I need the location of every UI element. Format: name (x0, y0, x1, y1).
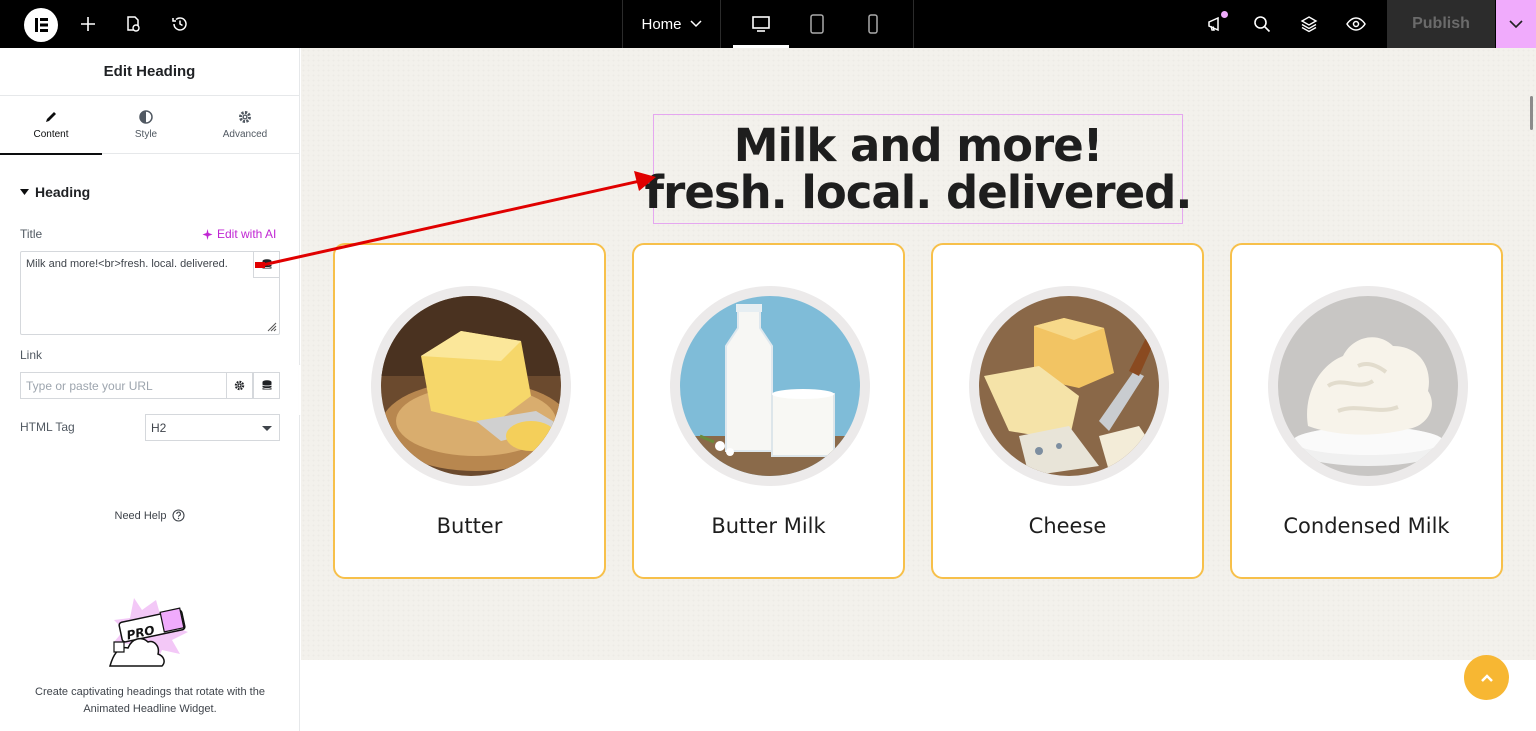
publish-options-button[interactable] (1496, 0, 1536, 48)
resize-handle-icon[interactable] (267, 322, 277, 332)
product-card-title: Butter (436, 514, 503, 538)
tablet-icon (810, 14, 824, 34)
heading-widget-selected[interactable]: Milk and more! fresh. local. delivered. (645, 114, 1192, 224)
gear-icon (234, 380, 245, 391)
chevron-down-icon (689, 20, 702, 28)
link-dynamic-tags-button[interactable] (253, 372, 280, 399)
product-image-frame (969, 286, 1169, 486)
condensed-milk-image (1278, 296, 1458, 476)
scroll-to-top-button[interactable] (1464, 655, 1509, 700)
sparkle-icon (202, 228, 213, 240)
desktop-view-button[interactable] (733, 0, 789, 48)
dynamic-tags-button[interactable] (253, 251, 280, 278)
preview-eye-icon[interactable] (1341, 0, 1371, 48)
product-card-condensed-milk[interactable]: Condensed Milk (1230, 243, 1503, 579)
page-selector-label: Home (641, 15, 682, 33)
page-selector[interactable]: Home (623, 0, 720, 48)
caret-down-icon (262, 426, 272, 431)
butter-milk-image (680, 296, 860, 476)
canvas-scrollbar[interactable] (1530, 96, 1533, 130)
product-image-frame (670, 286, 870, 486)
tab-advanced[interactable]: Advanced (194, 96, 296, 154)
title-label: Title (20, 227, 43, 241)
panel-tabs: Content Style Advanced (0, 96, 299, 155)
edit-with-ai-link[interactable]: Edit with AI (202, 227, 276, 241)
tablet-view-button[interactable] (789, 0, 845, 48)
chevron-down-icon (1509, 19, 1523, 28)
gear-icon (239, 111, 251, 123)
top-bar: Home Publish (0, 0, 1536, 48)
link-label: Link (20, 348, 43, 362)
product-image-frame (371, 286, 571, 486)
product-card-title: Butter Milk (711, 514, 826, 538)
product-card-title: Cheese (1028, 514, 1107, 538)
tab-label: Content (33, 129, 69, 140)
title-textarea[interactable]: Milk and more!<br>fresh. local. delivere… (20, 251, 280, 335)
tab-label: Style (134, 129, 158, 140)
need-help-link[interactable]: Need Help (0, 509, 300, 522)
title-textarea-value: Milk and more!<br>fresh. local. delivere… (26, 258, 228, 270)
divider (720, 0, 721, 48)
caret-down-icon (20, 189, 29, 195)
edit-with-ai-label: Edit with AI (217, 227, 277, 241)
notification-dot (1221, 11, 1228, 18)
product-card-title: Condensed Milk (1283, 514, 1450, 538)
editor-panel: Edit Heading Content Style Advanced Head… (0, 48, 300, 731)
html-tag-select[interactable]: H2 (145, 414, 280, 441)
url-placeholder: Type or paste your URL (26, 379, 153, 393)
page-settings-icon[interactable] (117, 0, 149, 48)
half-circle-icon (139, 110, 153, 124)
html-tag-label: HTML Tag (20, 420, 75, 434)
publish-button[interactable]: Publish (1387, 0, 1495, 48)
search-icon[interactable] (1247, 0, 1277, 48)
database-icon (261, 380, 272, 390)
product-card-butter-milk[interactable]: Butter Milk (632, 243, 905, 579)
tab-content[interactable]: Content (0, 96, 102, 155)
divider (913, 0, 914, 48)
section-title: Heading (35, 184, 91, 200)
desktop-icon (752, 16, 770, 32)
history-icon[interactable] (164, 0, 196, 48)
butter-image (381, 296, 561, 476)
chevron-up-icon (1480, 673, 1493, 682)
cheese-image (979, 296, 1159, 476)
url-input[interactable]: Type or paste your URL (20, 372, 227, 399)
pencil-icon (46, 112, 56, 122)
database-icon (261, 259, 272, 269)
heading-line-1: Milk and more! (733, 119, 1104, 172)
link-options-button[interactable] (226, 372, 253, 399)
mobile-icon (868, 14, 878, 34)
mobile-view-button[interactable] (845, 0, 901, 48)
notifications-icon[interactable] (1200, 0, 1230, 48)
tab-label: Advanced (222, 129, 268, 140)
html-tag-value: H2 (151, 421, 167, 435)
tab-style[interactable]: Style (102, 96, 190, 154)
product-image-frame (1268, 286, 1468, 486)
panel-title: Edit Heading (0, 48, 299, 96)
layers-icon[interactable] (1294, 0, 1324, 48)
product-card-butter[interactable]: Butter (333, 243, 606, 579)
heading-section-toggle[interactable]: Heading (20, 184, 90, 200)
page-canvas-footer-area (301, 660, 1536, 731)
pro-promo-illustration: PRO (109, 598, 188, 667)
elementor-logo-icon[interactable] (24, 8, 58, 42)
promo-description: Create captivating headings that rotate … (35, 686, 265, 715)
question-circle-icon (172, 509, 186, 522)
heading-line-2: fresh. local. delivered. (644, 166, 1193, 219)
add-element-icon[interactable] (72, 0, 104, 48)
product-card-cheese[interactable]: Cheese (931, 243, 1204, 579)
need-help-label: Need Help (114, 509, 167, 522)
